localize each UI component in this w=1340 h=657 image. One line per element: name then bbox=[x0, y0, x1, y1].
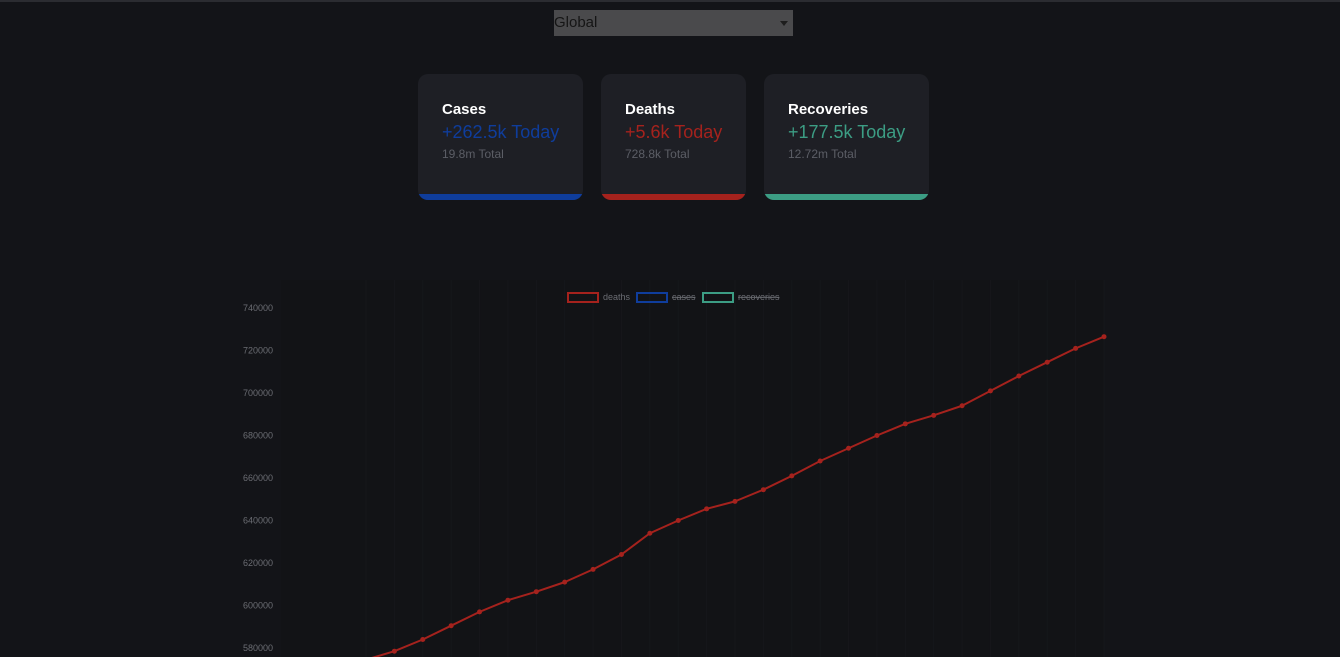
deaths-line-chart: deaths cases recoveries 740000 720000 700000… bbox=[243, 280, 1107, 657]
legend-label-recoveries[interactable]: recoveries bbox=[738, 292, 780, 302]
y-tick-label: 660000 bbox=[243, 473, 273, 483]
data-point-deaths[interactable] bbox=[931, 412, 937, 418]
data-point-deaths[interactable] bbox=[987, 388, 993, 394]
y-tick-label: 740000 bbox=[243, 303, 273, 313]
data-point-deaths[interactable] bbox=[902, 421, 908, 427]
data-point-deaths[interactable] bbox=[448, 623, 454, 629]
y-tick-label: 620000 bbox=[243, 558, 273, 568]
data-point-deaths[interactable] bbox=[704, 506, 710, 512]
recoveries-card-total: 12.72m Total bbox=[788, 147, 857, 161]
data-point-deaths[interactable] bbox=[533, 589, 539, 595]
legend-label-cases[interactable]: cases bbox=[672, 292, 696, 302]
data-point-deaths[interactable] bbox=[760, 487, 766, 493]
chevron-down-icon bbox=[780, 21, 788, 26]
data-point-deaths[interactable] bbox=[420, 637, 426, 642]
deaths-card[interactable]: Deaths +5.6k Today 728.8k Total bbox=[601, 74, 746, 200]
data-point-deaths[interactable] bbox=[817, 458, 823, 464]
recoveries-card[interactable]: Recoveries +177.5k Today 12.72m Total bbox=[764, 74, 929, 200]
data-point-deaths[interactable] bbox=[874, 433, 880, 438]
cases-card[interactable]: Cases +262.5k Today 19.8m Total bbox=[418, 74, 583, 200]
region-select[interactable]: Global bbox=[554, 10, 793, 36]
data-point-deaths[interactable] bbox=[1016, 373, 1022, 379]
y-tick-label: 680000 bbox=[243, 431, 273, 441]
plot-area bbox=[281, 280, 1104, 657]
data-point-deaths[interactable] bbox=[675, 518, 681, 523]
data-point-deaths[interactable] bbox=[505, 597, 511, 603]
legend-label-deaths[interactable]: deaths bbox=[603, 292, 631, 302]
data-point-deaths[interactable] bbox=[391, 648, 397, 654]
y-tick-label: 700000 bbox=[243, 388, 273, 398]
data-point-deaths[interactable] bbox=[647, 530, 653, 536]
data-point-deaths[interactable] bbox=[1073, 345, 1079, 351]
data-point-deaths[interactable] bbox=[789, 473, 795, 479]
data-point-deaths[interactable] bbox=[477, 609, 483, 615]
cases-card-accent-bar bbox=[418, 194, 583, 200]
cases-card-today: +262.5k Today bbox=[442, 122, 560, 142]
top-divider bbox=[0, 0, 1340, 2]
data-point-deaths[interactable] bbox=[618, 552, 624, 557]
data-point-deaths[interactable] bbox=[846, 445, 852, 451]
y-tick-label: 580000 bbox=[243, 643, 273, 653]
cases-card-total: 19.8m Total bbox=[442, 147, 504, 161]
data-point-deaths[interactable] bbox=[1044, 359, 1050, 365]
deaths-card-accent-bar bbox=[601, 194, 746, 200]
deaths-card-today: +5.6k Today bbox=[625, 122, 723, 142]
y-tick-label: 640000 bbox=[243, 516, 273, 526]
recoveries-card-accent-bar bbox=[764, 194, 929, 200]
y-tick-label: 720000 bbox=[243, 346, 273, 356]
data-point-deaths[interactable] bbox=[732, 498, 738, 504]
region-select-value: Global bbox=[554, 14, 598, 31]
chart-y-axis: 740000 720000 700000 680000 660000 640000 6200… bbox=[243, 303, 273, 653]
deaths-card-total: 728.8k Total bbox=[625, 147, 690, 161]
recoveries-card-today: +177.5k Today bbox=[788, 122, 906, 142]
y-tick-label: 600000 bbox=[243, 601, 273, 611]
data-point-deaths[interactable] bbox=[959, 403, 965, 409]
data-point-deaths[interactable] bbox=[1101, 334, 1107, 340]
chart-grid bbox=[281, 280, 1105, 657]
data-point-deaths[interactable] bbox=[590, 566, 596, 572]
data-point-deaths[interactable] bbox=[562, 579, 568, 585]
